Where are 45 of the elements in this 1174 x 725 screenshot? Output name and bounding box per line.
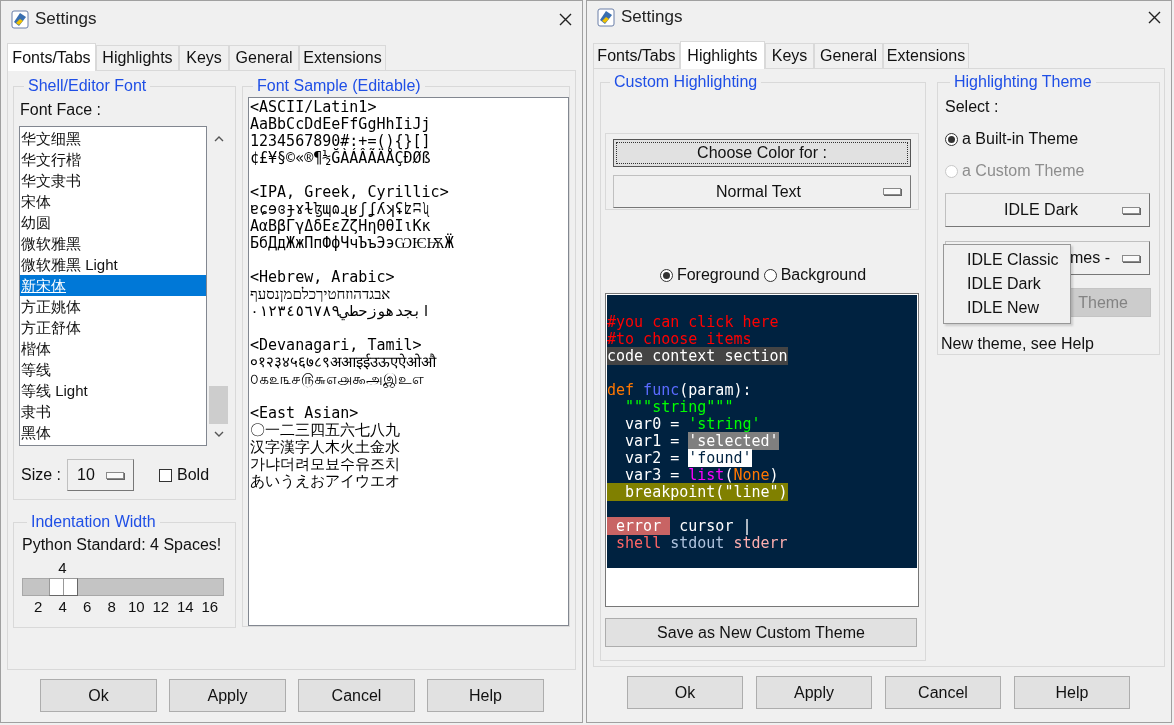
field-label: Font Face : <box>20 100 102 120</box>
slider-value: 4 <box>57 558 68 578</box>
tick-label: 4 <box>57 597 68 617</box>
sample-text: 〇一二三四五六七八九 <box>250 422 401 439</box>
sample-text: <Devanagari, Tamil> <box>250 337 422 354</box>
tick-label: 2 <box>33 597 44 617</box>
sample-text: ابجدهوزحطي٠١٢٣٤٥٦٧٨٩ <box>250 303 432 320</box>
tick-label: 8 <box>106 597 117 617</box>
tick-label: 12 <box>151 597 171 617</box>
tick-label: 10 <box>126 597 146 617</box>
tick-label: 16 <box>200 597 220 617</box>
window-title: Settings <box>35 8 97 31</box>
group-title: Highlighting Theme <box>953 72 1093 92</box>
sample-text: ०१२३४५६७८९अआइईउऊएऐओऔ <box>250 354 438 371</box>
description-text: Python Standard: 4 Spaces! <box>22 535 223 555</box>
sample-text: <ASCII/Latin1> <box>250 99 378 116</box>
radio-label: a Built-in Theme <box>962 129 1079 149</box>
sample-text: ௦௧௨௩௪௫௬௭௮௯அஇஉஎ <box>250 371 425 388</box>
tick-label: 14 <box>175 597 195 617</box>
sample-text: <East Asian> <box>250 405 360 422</box>
sample-text: あいうえおアイウエオ <box>250 473 401 490</box>
group-title: Custom Highlighting <box>613 72 759 92</box>
sample-text: <Hebrew, Arabic> <box>250 269 396 286</box>
sample-text: 가냐더려모뵤수유즈치 <box>250 456 401 473</box>
sample-text: ɐɕɘɞɟɤɫɮɰɷɻʁʃʆʎʞʢʫʭʯ <box>250 201 432 218</box>
sample-text: ¢£¥§©«®¶½ĞÀÁÂÃÄÅÇÐØß <box>250 150 432 167</box>
radio-label: a Custom Theme <box>962 161 1085 181</box>
sample-text: 1234567890#:+=(){}[] <box>250 133 432 150</box>
group-title: Font Sample (Editable) <box>256 76 422 96</box>
radio-label: Background <box>780 265 867 285</box>
sample-text: AaBbCcDdEeFfGgHhIiJj <box>250 116 432 133</box>
checkbox-label: Bold <box>177 465 210 485</box>
sample-text: אבגדהוזחטיךכלםמןנסעף <box>250 286 392 303</box>
sample-text: БбДдЖжПпФфЧчЪъЭэѠѤѬӜ <box>250 235 455 252</box>
field-label: Size : <box>21 465 61 485</box>
sample-text: ΑαΒβΓγΔδΕεΖζΗηΘθΙιΚκ <box>250 218 431 235</box>
tick-label: 6 <box>82 597 93 617</box>
sample-text: <IPA, Greek, Cyrillic> <box>250 184 450 201</box>
field-label: Select : <box>945 97 1000 117</box>
hint-text: New theme, see Help <box>941 334 1095 354</box>
group-title: Shell/Editor Font <box>27 76 148 96</box>
window-title: Settings <box>621 6 683 29</box>
group-title: Indentation Width <box>30 512 157 532</box>
sample-text: 汉字漢字人木火土金水 <box>250 439 401 456</box>
radio-label: Foreground <box>676 265 760 285</box>
